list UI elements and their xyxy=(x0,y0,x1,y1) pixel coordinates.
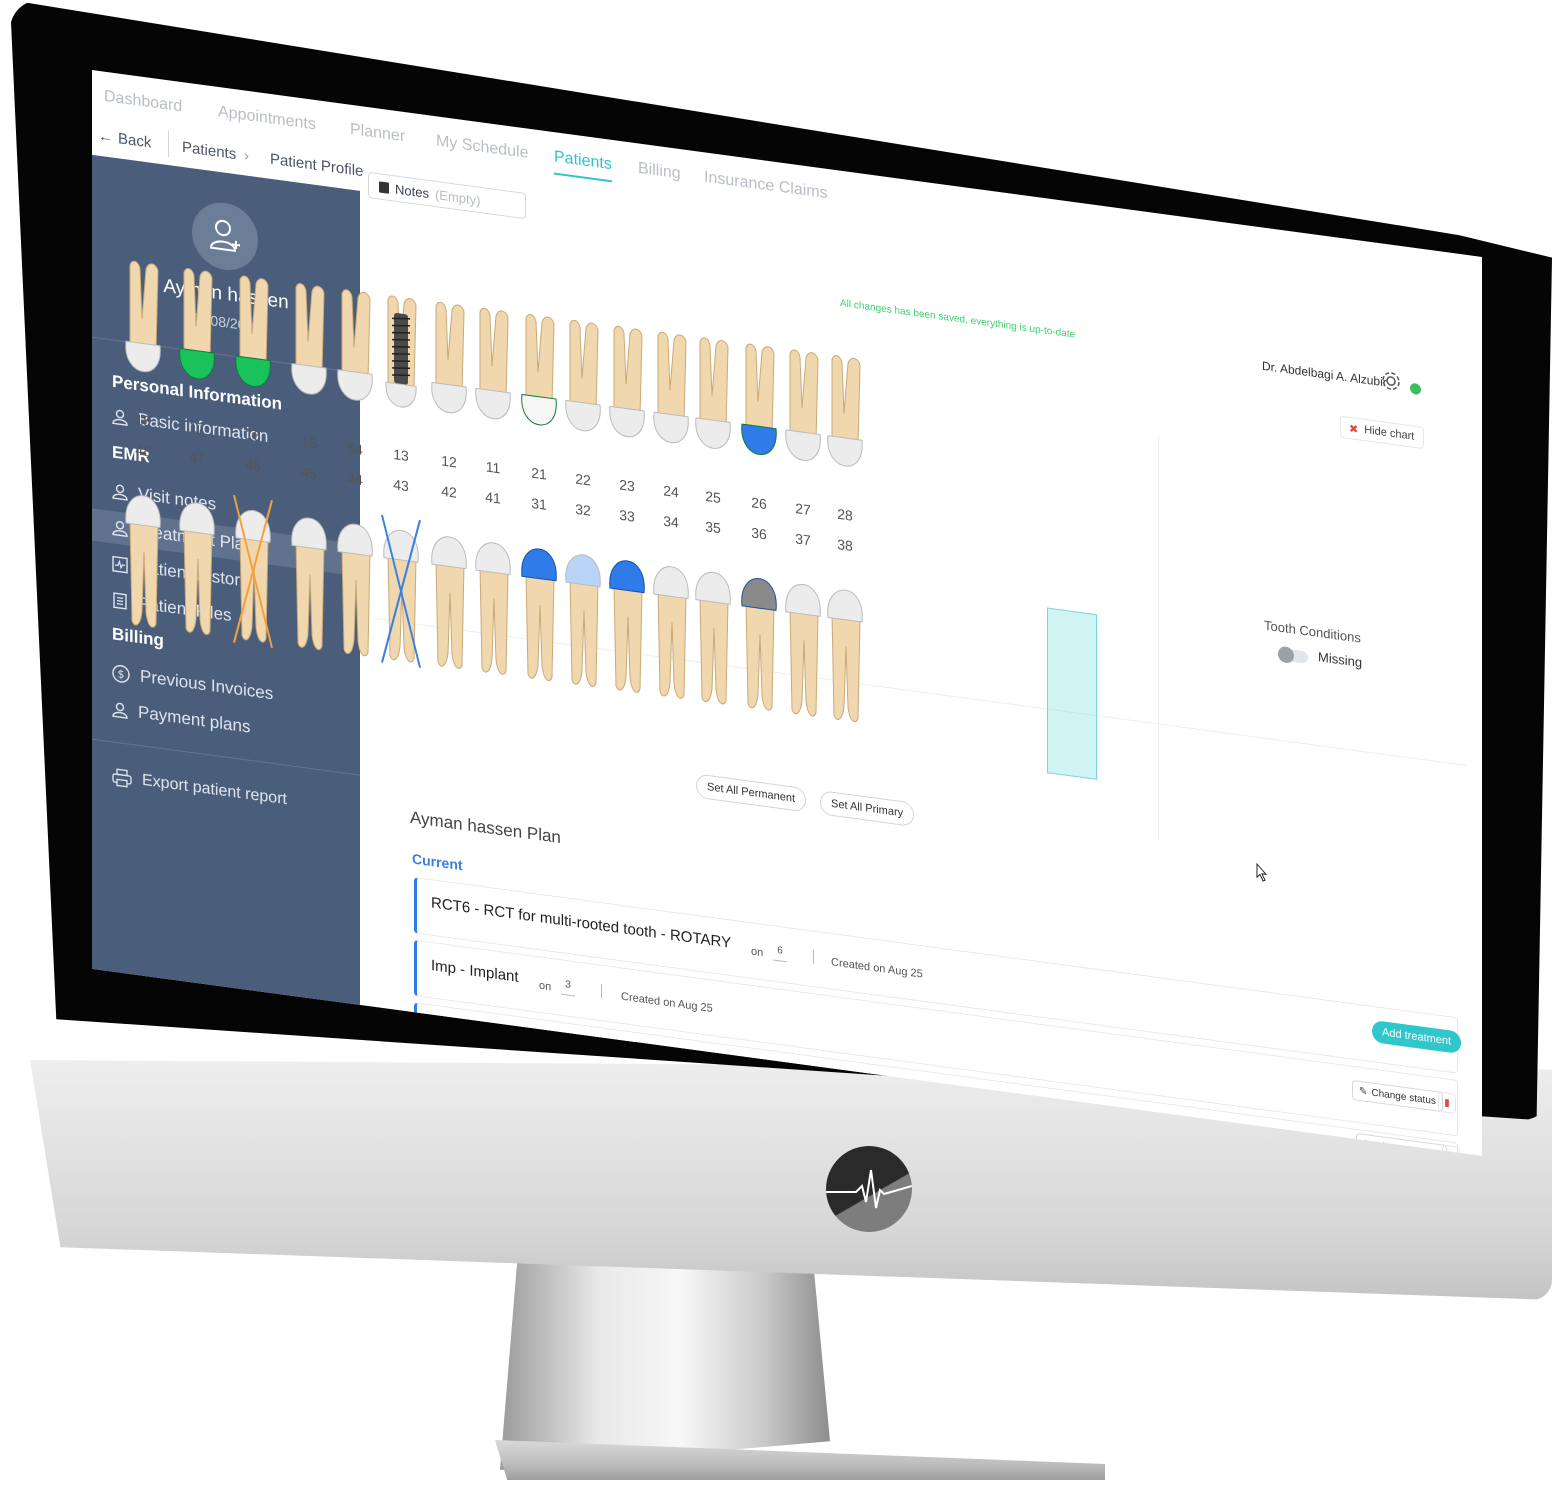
upper-tooth-15[interactable] xyxy=(286,278,332,426)
printer-icon xyxy=(112,768,132,788)
monitor-stand-base xyxy=(495,1440,1105,1480)
upper-tooth-26[interactable] xyxy=(736,338,782,486)
lower-tooth-45[interactable] xyxy=(286,500,332,658)
lower-tooth-42[interactable] xyxy=(426,519,472,677)
treatment-code: RCT6 - RCT for multi-rooted tooth - ROTA… xyxy=(431,894,732,952)
upper-tooth-22[interactable] xyxy=(560,315,606,463)
row-divider xyxy=(601,983,602,999)
hide-chart-label: Hide chart xyxy=(1364,423,1415,443)
tab-billing[interactable]: Billing xyxy=(638,160,681,184)
lower-tooth-33[interactable] xyxy=(604,543,650,701)
back-arrow-icon[interactable]: ← xyxy=(98,127,113,146)
breadcrumb-divider xyxy=(168,130,169,158)
set-all-permanent-button[interactable]: Set All Permanent xyxy=(696,773,807,813)
lower-tooth-41[interactable] xyxy=(470,525,516,683)
breadcrumb-patient-profile: Patient Profile xyxy=(270,150,364,181)
upper-tooth-11[interactable] xyxy=(470,303,516,451)
upper-tooth-18[interactable] xyxy=(120,256,166,404)
mouse-cursor-icon xyxy=(1256,862,1268,882)
upper-tooth-23[interactable] xyxy=(604,321,650,469)
upper-tooth-27[interactable] xyxy=(780,344,826,492)
lower-tooth-47[interactable] xyxy=(174,485,220,643)
sidebar-item-label: Payment plans xyxy=(138,702,251,737)
lower-tooth-34[interactable] xyxy=(648,549,694,707)
user-icon xyxy=(112,702,128,719)
lower-tooth-37[interactable] xyxy=(780,567,826,725)
upper-tooth-25[interactable] xyxy=(690,332,736,480)
user-icon xyxy=(112,409,128,426)
tab-appointments[interactable]: Appointments xyxy=(218,103,316,134)
upper-tooth-17[interactable] xyxy=(174,263,220,411)
chevron-right-icon: › xyxy=(244,147,249,165)
upper-tooth-12[interactable] xyxy=(426,297,472,445)
export-patient-report-button[interactable]: Export patient report xyxy=(112,768,287,810)
plan-section-current: Current xyxy=(412,850,463,874)
upper-tooth-28[interactable] xyxy=(822,350,868,498)
brand-logo xyxy=(826,1146,912,1232)
upper-tooth-21[interactable] xyxy=(516,309,562,457)
notebook-icon xyxy=(379,180,389,194)
notes-value: (Empty) xyxy=(434,186,481,208)
dollar-circle-icon: $ xyxy=(112,664,130,683)
user-add-icon xyxy=(210,219,240,252)
lower-tooth-46[interactable] xyxy=(230,493,276,651)
lower-tooth-43[interactable] xyxy=(378,512,424,670)
svg-text:$: $ xyxy=(118,667,125,681)
lower-tooth-31[interactable] xyxy=(516,531,562,689)
lower-tooth-35[interactable] xyxy=(690,554,736,712)
tab-dashboard[interactable]: Dashboard xyxy=(104,88,182,117)
created-date: Created on Aug 25 xyxy=(621,990,713,1016)
created-date: Created on Aug 25 xyxy=(831,956,923,981)
breadcrumb-patients[interactable]: Patients xyxy=(182,139,236,163)
treatment-code: Imp - Implant xyxy=(431,956,519,986)
on-label: on xyxy=(751,945,764,960)
plan-title: Ayman hassen Plan xyxy=(410,807,561,848)
tooth-number: 3 xyxy=(561,978,575,997)
tab-planner[interactable]: Planner xyxy=(350,121,405,147)
avatar xyxy=(192,198,258,275)
lower-tooth-36[interactable] xyxy=(736,561,782,719)
trash-icon[interactable]: ▮ xyxy=(1438,1091,1456,1114)
imac-monitor: Dashboard Appointments Planner My Schedu… xyxy=(0,0,1556,1490)
chart-divider xyxy=(1158,435,1159,840)
tooth-number: 6 xyxy=(773,944,787,963)
eye-off-icon: ✖ xyxy=(1349,422,1359,436)
notes-label: Notes xyxy=(395,180,429,201)
lower-tooth-48[interactable] xyxy=(120,478,166,636)
upper-tooth-24[interactable] xyxy=(648,327,694,475)
pencil-icon: ✎ xyxy=(1359,1085,1368,1098)
lower-tooth-32[interactable] xyxy=(560,537,606,695)
tab-my-schedule[interactable]: My Schedule xyxy=(436,132,529,163)
tab-insurance-claims[interactable]: Insurance Claims xyxy=(704,168,828,203)
upper-tooth-13[interactable] xyxy=(378,290,424,438)
upper-tooth-16[interactable] xyxy=(230,270,276,418)
lower-tooth-38[interactable] xyxy=(822,572,868,730)
on-label: on xyxy=(539,979,552,994)
app-screen: Dashboard Appointments Planner My Schedu… xyxy=(92,70,1482,1156)
back-link[interactable]: Back xyxy=(118,130,151,152)
selected-tooth-highlight xyxy=(1047,607,1097,780)
notes-field[interactable]: Notes (Empty) xyxy=(368,171,526,220)
row-divider xyxy=(813,949,814,964)
set-all-primary-button[interactable]: Set All Primary xyxy=(820,790,915,827)
lower-tooth-44[interactable] xyxy=(332,506,378,664)
tab-patients[interactable]: Patients xyxy=(554,148,612,183)
upper-tooth-54[interactable] xyxy=(332,284,378,432)
export-label: Export patient report xyxy=(142,771,287,809)
